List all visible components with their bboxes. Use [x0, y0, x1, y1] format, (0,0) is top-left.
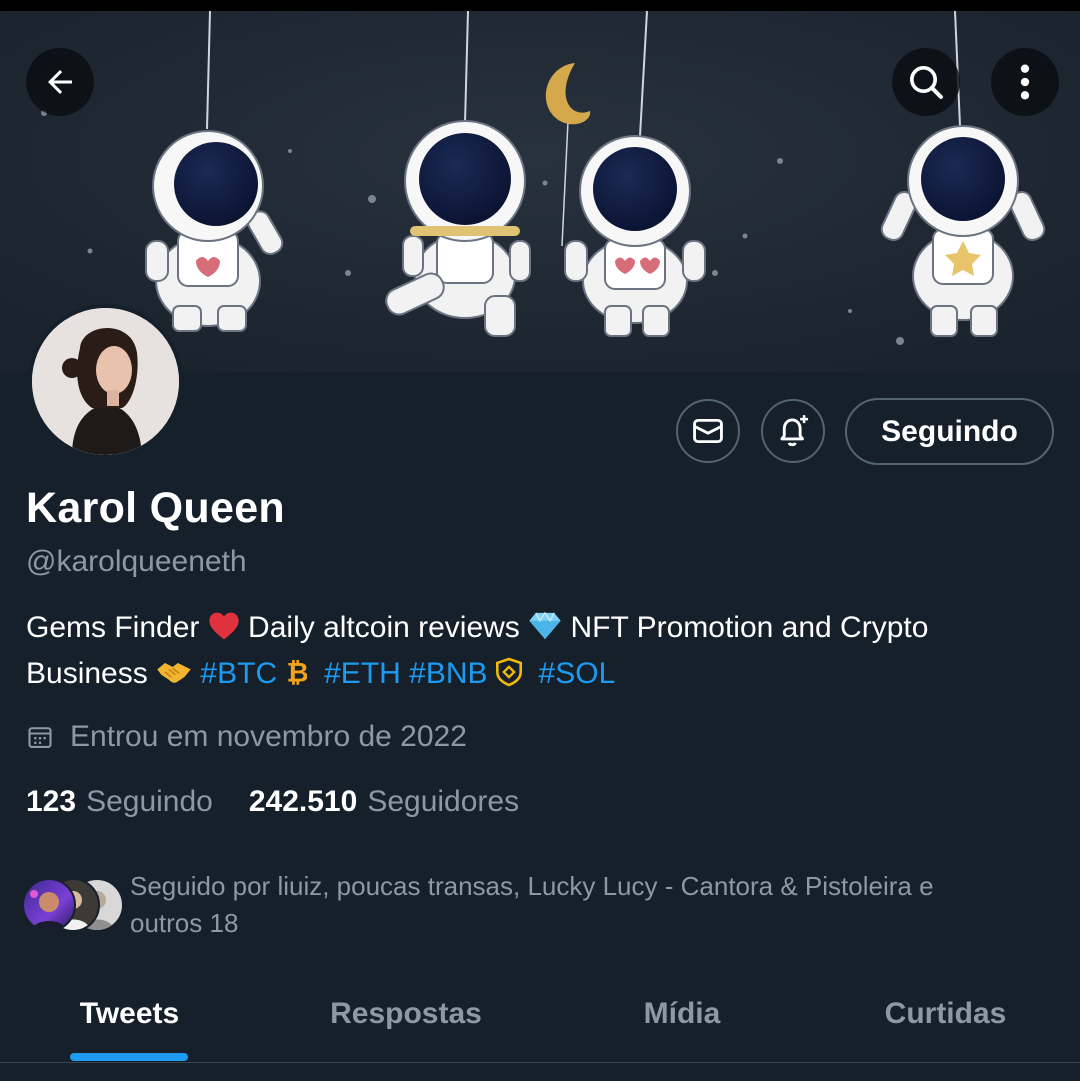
profile-handle: @karolqueeneth	[26, 545, 247, 578]
followers-count: 242.510	[248, 785, 358, 818]
followers-label: Seguidores	[367, 785, 520, 818]
followers-stat-link[interactable]: 242.510 Seguidores	[249, 785, 519, 819]
bnb-shield-icon	[495, 657, 522, 699]
followed-by-text: Seguido por liuiz, poucas transas, Lucky…	[130, 871, 934, 938]
more-vertical-icon	[1020, 64, 1030, 100]
notifications-button[interactable]	[761, 399, 825, 463]
message-button[interactable]	[676, 399, 740, 463]
tab-replies[interactable]: Respostas	[259, 980, 553, 1062]
bio-text: Gems Finder	[26, 611, 208, 644]
hashtag-link[interactable]: #ETH	[324, 657, 401, 690]
hashtag-link[interactable]: #BNB	[409, 657, 487, 690]
tab-likes[interactable]: Curtidas	[811, 980, 1080, 1062]
avatar-photo	[32, 308, 179, 455]
arrow-left-icon	[48, 70, 72, 94]
joined-date: Entrou em novembro de 2022	[26, 720, 467, 754]
active-tab-indicator	[70, 1053, 188, 1061]
search-icon	[910, 66, 943, 99]
tab-media[interactable]: Mídia	[553, 980, 811, 1062]
followed-by[interactable]: Seguido por liuiz, poucas transas, Lucky…	[22, 868, 1052, 942]
back-button[interactable]	[26, 48, 94, 116]
following-button[interactable]: Seguindo	[845, 398, 1054, 465]
profile-banner[interactable]	[0, 11, 1080, 372]
more-options-button[interactable]	[991, 48, 1059, 116]
profile-bio: Gems Finder Daily altcoin reviews NFT Pr…	[26, 607, 1046, 699]
bell-plus-icon	[780, 415, 809, 447]
following-label: Seguindo	[86, 785, 213, 818]
follow-stats: 123 Seguindo 242.510 Seguidores	[26, 785, 519, 819]
joined-text: Entrou em novembro de 2022	[70, 720, 467, 753]
handshake-icon	[156, 657, 192, 699]
following-stat-link[interactable]: 123 Seguindo	[26, 785, 213, 819]
tabs-divider	[0, 1062, 1080, 1063]
svg-text:₿: ₿	[287, 658, 308, 687]
following-count: 123	[26, 785, 77, 818]
avatar	[22, 878, 76, 932]
gem-icon	[528, 611, 562, 653]
follower-avatars	[22, 878, 124, 934]
profile-name: Karol Queen	[26, 484, 285, 532]
hashtag-link[interactable]: #SOL	[539, 657, 616, 690]
hashtag-link[interactable]: #BTC	[200, 657, 277, 690]
profile-avatar[interactable]	[28, 304, 183, 459]
bitcoin-icon: ₿	[285, 657, 309, 699]
status-bar	[0, 0, 1080, 11]
calendar-icon	[26, 723, 54, 751]
following-button-label: Seguindo	[881, 414, 1018, 448]
profile-tabs: Tweets Respostas Mídia Curtidas	[0, 980, 1080, 1062]
heart-icon	[208, 611, 240, 653]
tab-tweets[interactable]: Tweets	[0, 980, 259, 1062]
mail-icon	[693, 418, 723, 444]
search-button[interactable]	[892, 48, 960, 116]
bio-text: Daily altcoin reviews	[239, 611, 529, 644]
